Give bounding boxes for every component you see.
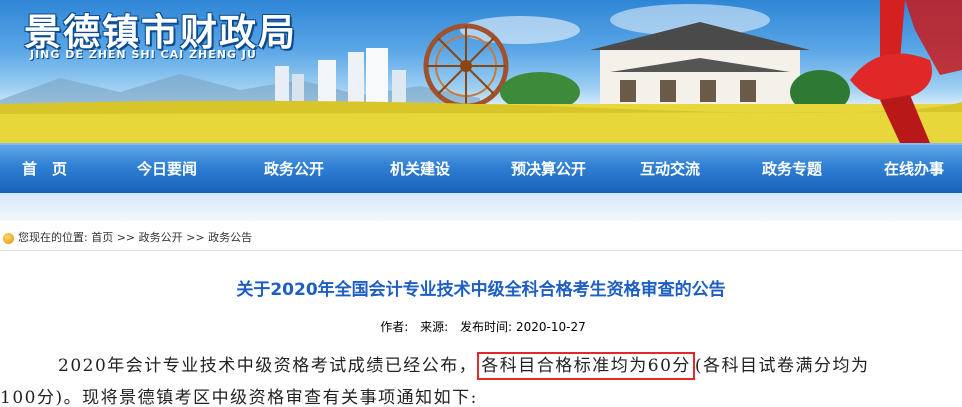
date-label: 发布时间: (459, 320, 513, 334)
breadcrumb-separator: >> (186, 231, 205, 244)
breadcrumb-separator: >> (116, 231, 136, 244)
site-pinyin: JING DE ZHEN SHI CAI ZHENG JU (30, 48, 257, 61)
nav-item-interaction[interactable]: 互动交流 (640, 145, 700, 193)
highlighted-passing-score: 各科目合格标准均为60分 (477, 352, 695, 380)
article-meta: 作者: 来源: 发布时间: 2020-10-27 (0, 318, 962, 335)
main-nav: 首 页 今日要闻 政务公开 机关建设 预决算公开 互动交流 政务专题 在线办事 (0, 143, 962, 193)
nav-item-home[interactable]: 首 页 (22, 145, 67, 193)
breadcrumb: 您现在的位置: 首页 >> 政务公开 >> 政务公告 (0, 227, 962, 251)
nav-item-gov-affairs[interactable]: 政务公开 (264, 145, 324, 193)
para1-after: (各科目试卷满分均为 (694, 356, 870, 376)
publish-date: 2020-10-27 (516, 320, 586, 334)
para1-before: 2020年会计专业技术中级资格考试成绩已经公布， (58, 356, 478, 376)
article-paragraph-2: 100分)。现将景德镇考区中级资格审查有关事项通知如下: (0, 388, 478, 407)
breadcrumb-text: 您现在的位置: 首页 >> 政务公开 >> 政务公告 (18, 227, 252, 249)
source-label: 来源: (420, 320, 449, 334)
breadcrumb-link-home[interactable]: 首页 (91, 231, 113, 244)
site-banner: 景德镇市财政局 JING DE ZHEN SHI CAI ZHENG JU (0, 0, 962, 143)
nav-shadow-strip (0, 193, 962, 221)
breadcrumb-link-gov-affairs[interactable]: 政务公开 (139, 231, 183, 244)
nav-item-news[interactable]: 今日要闻 (137, 145, 197, 193)
location-icon (3, 233, 14, 244)
article-title: 关于2020年全国会计专业技术中级全科合格考生资格审查的公告 (236, 280, 726, 300)
breadcrumb-prefix: 您现在的位置: (18, 231, 88, 244)
nav-item-topics[interactable]: 政务专题 (762, 145, 822, 193)
nav-item-organ-building[interactable]: 机关建设 (390, 145, 450, 193)
article-paragraph-1: 2020年会计专业技术中级资格考试成绩已经公布， 各科目合格标准均为60分 (各科目… (58, 351, 962, 380)
nav-item-online-service[interactable]: 在线办事 (884, 145, 944, 193)
nav-item-budget[interactable]: 预决算公开 (511, 145, 586, 193)
author-label: 作者: (380, 320, 409, 334)
breadcrumb-link-announcements[interactable]: 政务公告 (208, 231, 252, 244)
